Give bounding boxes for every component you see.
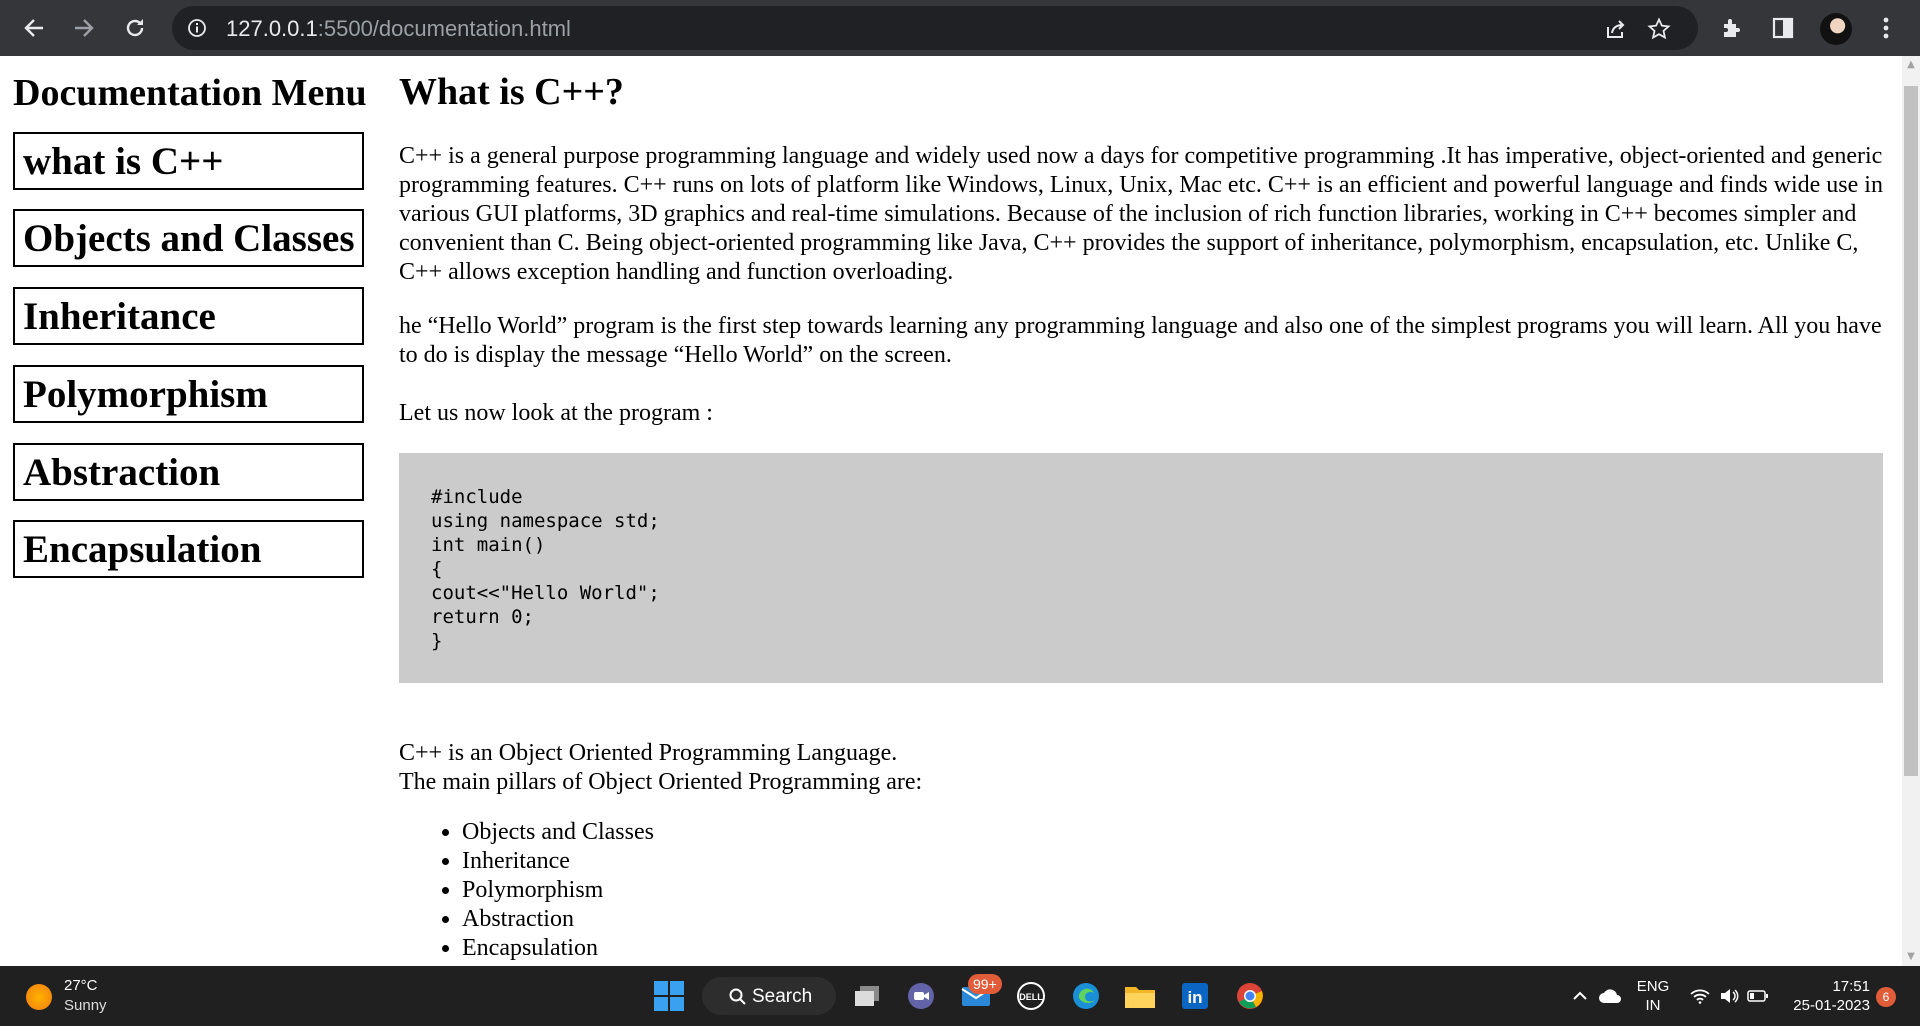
clock-time: 17:51 xyxy=(1832,978,1870,995)
sidebar-item-polymorphism[interactable]: Polymorphism xyxy=(13,365,364,423)
site-info-icon[interactable] xyxy=(186,17,208,39)
pillars-list: Objects and Classes Inheritance Polymorp… xyxy=(431,818,654,963)
oop-intro-line: C++ is an Object Oriented Programming La… xyxy=(399,740,898,766)
intro-paragraph: C++ is a general purpose programming lan… xyxy=(399,143,1883,285)
taskbar-search-button[interactable]: Search xyxy=(702,977,836,1015)
svg-text:in: in xyxy=(1187,988,1202,1007)
clock[interactable]: 17:51 25-01-2023 xyxy=(1786,977,1870,1015)
sidebar-item-inheritance[interactable]: Inheritance xyxy=(13,287,364,345)
search-icon xyxy=(729,988,746,1005)
page-scrollbar[interactable]: ▲ ▼ xyxy=(1902,56,1920,966)
url-host: 127.0.0.1 xyxy=(226,16,318,41)
list-item: Polymorphism xyxy=(462,876,654,905)
side-panel-icon[interactable] xyxy=(1763,8,1803,48)
linkedin-icon[interactable]: in xyxy=(1177,978,1213,1014)
svg-text:DELL: DELL xyxy=(1019,992,1043,1002)
hello-world-paragraph: he “Hello World” program is the first st… xyxy=(399,313,1882,368)
program-intro-text: Let us now look at the program : xyxy=(399,400,713,426)
battery-icon[interactable] xyxy=(1740,978,1776,1014)
extensions-icon[interactable] xyxy=(1712,8,1752,48)
weather-temperature[interactable]: 27°C xyxy=(64,977,98,994)
forward-icon[interactable] xyxy=(64,8,104,48)
address-bar[interactable]: 127.0.0.1:5500/documentation.html xyxy=(172,6,1698,50)
mail-badge: 99+ xyxy=(968,974,1002,994)
share-icon[interactable] xyxy=(1601,14,1631,44)
oop-pillars-line: The main pillars of Object Oriented Prog… xyxy=(399,769,923,795)
teams-chat-icon[interactable] xyxy=(903,978,939,1014)
browser-toolbar: 127.0.0.1:5500/documentation.html xyxy=(0,0,1920,56)
list-item: Inheritance xyxy=(462,847,654,876)
taskbar: 27°C Sunny Search 99+ DELL in ENG IN 17:… xyxy=(0,966,1920,1026)
code-block: #include using namespace std; int main()… xyxy=(399,453,1883,683)
notification-badge[interactable]: 6 xyxy=(1876,987,1896,1007)
weather-description[interactable]: Sunny xyxy=(64,997,107,1014)
region-code: IN xyxy=(1645,997,1661,1014)
back-icon[interactable] xyxy=(14,8,54,48)
sun-icon[interactable] xyxy=(26,984,52,1010)
sidebar-item-objects-and-classes[interactable]: Objects and Classes xyxy=(13,209,364,267)
list-item: Abstraction xyxy=(462,905,654,934)
url-path: :5500/documentation.html xyxy=(317,16,571,41)
menu-icon[interactable] xyxy=(1866,8,1906,48)
language-indicator[interactable]: ENG IN xyxy=(1636,977,1670,1015)
dell-icon[interactable]: DELL xyxy=(1013,978,1049,1014)
chrome-icon[interactable] xyxy=(1232,978,1268,1014)
url-text[interactable]: 127.0.0.1:5500/documentation.html xyxy=(226,16,571,42)
sidebar-title: Documentation Menu xyxy=(13,72,367,114)
star-icon[interactable] xyxy=(1644,14,1674,44)
list-item: Objects and Classes xyxy=(462,818,654,847)
code-sample: #include using namespace std; int main()… xyxy=(431,486,660,652)
task-view-icon[interactable] xyxy=(849,978,885,1014)
reload-icon[interactable] xyxy=(115,8,155,48)
sidebar-item-abstraction[interactable]: Abstraction xyxy=(13,443,364,501)
page-viewport: Documentation Menu what is C++ Objects a… xyxy=(0,56,1902,966)
page-title: What is C++? xyxy=(399,71,624,113)
search-label: Search xyxy=(752,986,813,1007)
sidebar-item-what-is-cpp[interactable]: what is C++ xyxy=(13,132,364,190)
sidebar-item-encapsulation[interactable]: Encapsulation xyxy=(13,520,364,578)
scroll-down-icon[interactable]: ▼ xyxy=(1902,948,1920,966)
edge-icon[interactable] xyxy=(1068,978,1104,1014)
onedrive-cloud-icon[interactable] xyxy=(1592,978,1628,1014)
profile-avatar[interactable] xyxy=(1820,13,1852,45)
clock-date: 25-01-2023 xyxy=(1793,997,1870,1014)
file-explorer-icon[interactable] xyxy=(1122,978,1158,1014)
language-code: ENG xyxy=(1636,978,1670,995)
scroll-up-icon[interactable]: ▲ xyxy=(1902,56,1920,74)
list-item: Encapsulation xyxy=(462,934,654,963)
windows-start-icon[interactable] xyxy=(651,978,687,1014)
scrollbar-thumb[interactable] xyxy=(1904,86,1918,776)
